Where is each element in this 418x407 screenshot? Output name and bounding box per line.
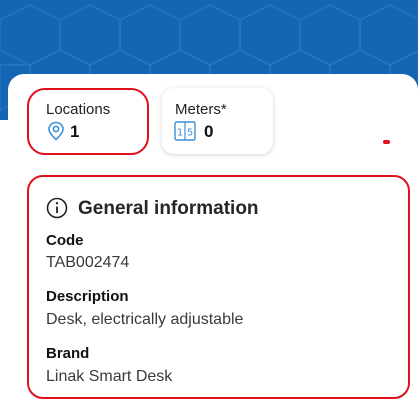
meter-digit-1: 1 xyxy=(177,128,183,139)
asset-detail-screen: Locations 1 Meters* 1 5 0 General inform… xyxy=(0,0,418,407)
meters-count: 0 xyxy=(204,122,214,141)
meter-counter-icon: 1 5 xyxy=(174,121,196,146)
info-circle-icon xyxy=(45,196,69,225)
locations-label: Locations xyxy=(46,101,111,118)
locations-count: 1 xyxy=(70,122,80,141)
description-value: Desk, electrically adjustable xyxy=(46,311,244,328)
section-title: General information xyxy=(78,198,259,219)
code-label: Code xyxy=(46,232,84,249)
meter-digit-2: 5 xyxy=(187,128,193,139)
brand-value: Linak Smart Desk xyxy=(46,368,173,385)
location-pin-icon xyxy=(47,121,65,146)
locations-chip[interactable] xyxy=(27,88,149,155)
code-value: TAB002474 xyxy=(46,254,130,271)
brand-label: Brand xyxy=(46,345,90,362)
meters-label: Meters* xyxy=(175,101,227,118)
description-label: Description xyxy=(46,288,129,305)
annotation-mark xyxy=(383,140,390,144)
